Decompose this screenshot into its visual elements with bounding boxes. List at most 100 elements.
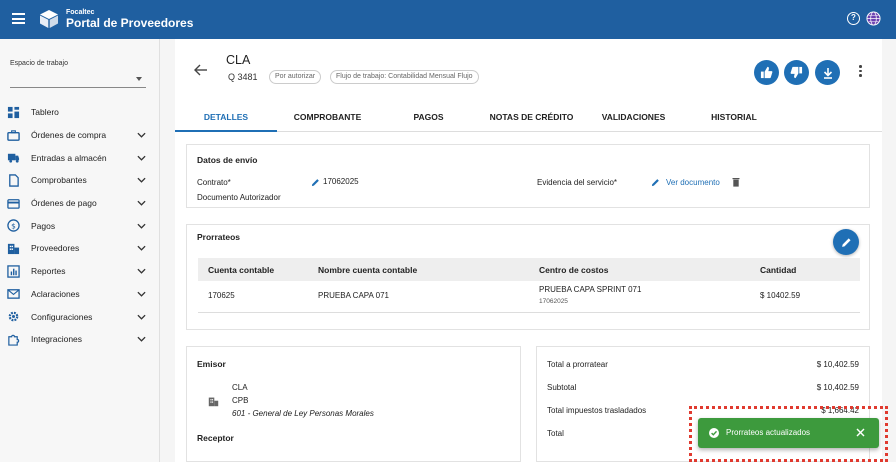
- chevron-down-icon: [137, 178, 146, 184]
- thumb-up-icon: [760, 66, 773, 79]
- contract-value: 17062025: [323, 177, 359, 186]
- chevron-down-icon: [137, 268, 146, 274]
- shipping-title: Datos de envío: [197, 155, 258, 165]
- brand-company: Focaltec: [66, 9, 95, 16]
- logo-cube-icon: [40, 10, 58, 28]
- puzzle-icon: [8, 334, 20, 346]
- sidebar-item-integraciones[interactable]: Integraciones: [0, 328, 160, 351]
- dollar-icon: $: [7, 219, 20, 233]
- edit-prorrateos-button[interactable]: [833, 229, 859, 255]
- sidebar-item-aclaraciones[interactable]: Aclaraciones: [0, 283, 160, 306]
- download-icon: [823, 67, 832, 79]
- totals-value: $ 10,402.59: [816, 360, 859, 369]
- table-row: 170625 PRUEBA CAPA 071 PRUEBA CAPA SPRIN…: [198, 281, 860, 313]
- help-icon[interactable]: ?: [847, 12, 860, 25]
- chart-icon: [7, 264, 20, 278]
- sidebar-item-comprobantes[interactable]: Comprobantes: [0, 169, 160, 192]
- briefcase-icon: [7, 129, 20, 141]
- menu-icon[interactable]: [12, 13, 25, 24]
- more-options-icon[interactable]: [859, 65, 862, 78]
- workspace-label: Espacio de trabajo: [10, 60, 68, 67]
- thumb-down-icon: [790, 66, 803, 79]
- truck-icon: [7, 154, 20, 163]
- tab-detalles[interactable]: DETALLES: [175, 105, 277, 132]
- reject-button[interactable]: [784, 60, 809, 85]
- chevron-down-icon: [137, 314, 146, 320]
- document-icon: [9, 174, 19, 187]
- caret-down-icon: [136, 77, 142, 81]
- emisor-rfc: CPB: [232, 396, 249, 405]
- sidebar-item-label: Órdenes de pago: [31, 198, 97, 209]
- check-circle-icon: [709, 428, 719, 438]
- pencil-icon[interactable]: [311, 178, 320, 187]
- sidebar-item-ordenes-compra[interactable]: Órdenes de compra: [0, 124, 160, 147]
- totals-label: Total impuestos trasladados: [547, 406, 647, 415]
- tab-historial[interactable]: HISTORIAL: [690, 105, 778, 132]
- prorrateos-title: Prorrateos: [197, 232, 240, 242]
- dashboard-icon: [7, 106, 20, 118]
- close-icon[interactable]: [856, 428, 865, 437]
- contract-label: Contrato*: [197, 178, 231, 187]
- chevron-down-icon: [137, 223, 146, 229]
- document-number: Q 3481: [228, 72, 258, 82]
- globe-icon[interactable]: [866, 11, 881, 26]
- cell-amount: $ 10402.59: [760, 291, 801, 300]
- sidebar-item-proveedores[interactable]: Proveedores: [0, 237, 160, 260]
- column-header: Cantidad: [760, 265, 797, 275]
- totals-value: $ 10,402.59: [816, 383, 859, 392]
- pencil-icon[interactable]: [651, 178, 660, 187]
- prorrateos-panel: Prorrateos Cuenta contable Nombre cuenta…: [186, 224, 870, 330]
- building-icon: [208, 397, 219, 407]
- cell-account: 170625: [208, 291, 235, 300]
- receptor-title: Receptor: [197, 433, 234, 443]
- sidebar-item-reportes[interactable]: Reportes: [0, 260, 160, 283]
- sidebar: Espacio de trabajo Tablero Órdenes de co…: [0, 39, 160, 462]
- sidebar-item-entradas[interactable]: Entradas a almacén: [0, 146, 160, 169]
- toast-message: Prorrateos actualizados: [726, 428, 811, 437]
- column-header: Nombre cuenta contable: [318, 265, 418, 275]
- totals-label: Total a prorratear: [547, 360, 608, 369]
- tab-validaciones[interactable]: VALIDACIONES: [587, 105, 680, 132]
- top-app-bar: Focaltec Portal de Proveedores ?: [0, 0, 896, 39]
- chevron-down-icon: [137, 291, 146, 297]
- totals-row: Total a prorratear $ 10,402.59: [547, 360, 859, 383]
- sidebar-item-ordenes-pago[interactable]: Órdenes de pago: [0, 192, 160, 215]
- page-title: CLA: [226, 53, 251, 67]
- chevron-down-icon: [137, 155, 146, 161]
- sidebar-item-label: Órdenes de compra: [31, 130, 107, 141]
- brand-title: Portal de Proveedores: [66, 16, 194, 30]
- sidebar-item-label: Configuraciones: [31, 311, 93, 322]
- approve-button[interactable]: [754, 60, 779, 85]
- pencil-icon: [841, 237, 851, 247]
- tab-notas-credito[interactable]: NOTAS DE CRÉDITO: [480, 105, 583, 132]
- authorizer-label: Documento Autorizador: [197, 193, 281, 202]
- document-detail-card: CLA Q 3481 Por autorizar Flujo de trabaj…: [175, 39, 882, 462]
- trash-icon[interactable]: [732, 177, 740, 187]
- sidebar-item-pagos[interactable]: $ Pagos: [0, 214, 160, 237]
- workspace-select[interactable]: [10, 70, 146, 88]
- back-arrow-icon[interactable]: [194, 64, 208, 76]
- tab-pagos[interactable]: PAGOS: [385, 105, 472, 132]
- download-button[interactable]: [815, 60, 840, 85]
- toast-notification: Prorrateos actualizados: [698, 418, 879, 448]
- evidence-label: Evidencia del servicio*: [537, 178, 618, 187]
- chevron-down-icon: [137, 336, 146, 342]
- sidebar-item-label: Comprobantes: [31, 175, 87, 186]
- view-document-link[interactable]: Ver documento: [666, 178, 720, 187]
- column-header: Centro de costos: [539, 265, 609, 275]
- sidebar-item-configuraciones[interactable]: Configuraciones: [0, 305, 160, 328]
- column-header: Cuenta contable: [208, 265, 275, 275]
- totals-row: Subtotal $ 10,402.59: [547, 383, 859, 406]
- emisor-panel: Emisor CLA CPB 601 - General de Ley Pers…: [186, 346, 521, 462]
- sidebar-item-label: Integraciones: [31, 334, 83, 345]
- sidebar-item-label: Reportes: [31, 266, 66, 277]
- emisor-title: Emisor: [197, 359, 226, 369]
- tab-comprobante[interactable]: COMPROBANTE: [280, 105, 375, 132]
- totals-label: Total: [547, 429, 564, 438]
- sidebar-item-label: Entradas a almacén: [31, 152, 107, 163]
- sidebar-item-tablero[interactable]: Tablero: [0, 101, 160, 124]
- tab-bar: DETALLES COMPROBANTE PAGOS NOTAS DE CRÉD…: [175, 105, 882, 132]
- sidebar-item-label: Pagos: [31, 220, 56, 231]
- mail-icon: [7, 289, 20, 300]
- emisor-regime: 601 - General de Ley Personas Morales: [232, 409, 374, 418]
